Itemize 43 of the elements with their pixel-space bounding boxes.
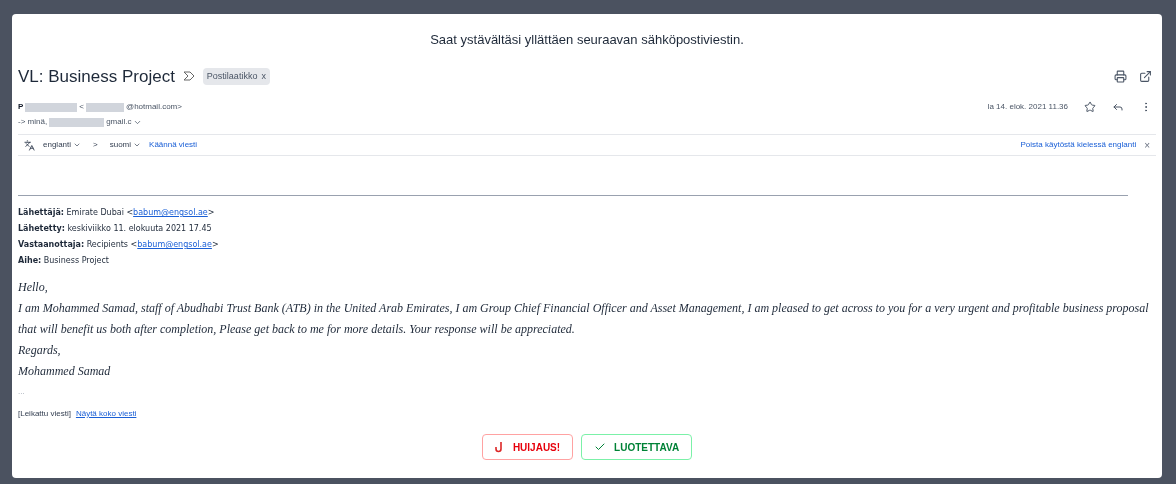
- forward-header-line: Vastaanottaja: Recipients <babum@engsol.ae>: [18, 239, 220, 251]
- arrow-text: >: [92, 139, 99, 151]
- print-icon[interactable]: [1114, 69, 1127, 83]
- source-language-dropdown[interactable]: englanti: [43, 139, 82, 151]
- reply-icon[interactable]: [1112, 101, 1124, 113]
- sender-name: P: [18, 101, 24, 113]
- ellipsis-text: ...: [18, 386, 26, 398]
- caret-icon: [73, 141, 82, 149]
- translate-link[interactable]: Käännä viesti: [149, 139, 198, 151]
- check-icon: [594, 441, 607, 453]
- recipient-address: gmail.c: [106, 116, 132, 128]
- blurred-text: [49, 117, 105, 127]
- fishhook-icon: [494, 441, 505, 453]
- show-full-message-link[interactable]: Näytä koko viesti: [75, 408, 137, 420]
- email-link[interactable]: babum@engsol.ae: [137, 240, 212, 249]
- body-paragraph: Mohammed Samad: [18, 363, 112, 380]
- forward-header-line: Lähettäjä: Emirate Dubai <babum@engsol.ae>: [18, 207, 216, 219]
- email-link[interactable]: babum@engsol.ae: [133, 208, 208, 217]
- clipped-message-text: [Leikattu viesti]: [18, 408, 71, 420]
- blurred-text: [86, 102, 124, 112]
- caret-icon: [133, 141, 142, 149]
- email-date: la 14. elok. 2021 11.36: [987, 101, 1068, 113]
- close-button[interactable]: ×: [1144, 137, 1150, 153]
- label-chip[interactable]: Postilaatikko x: [202, 67, 270, 85]
- sender-address-start: <: [79, 101, 84, 113]
- recipient-label: -> minä,: [18, 116, 48, 128]
- translate-icon: [24, 139, 35, 151]
- scam-button[interactable]: HUIJAUS!: [481, 434, 574, 460]
- importance-marker-icon[interactable]: [182, 71, 195, 82]
- forward-header-line: Lähetetty: keskiviikko 11. elokuuta 2021 17.45: [18, 223, 213, 235]
- body-paragraph: Hello,: [18, 279, 49, 296]
- trusted-button[interactable]: LUOTETTAVA: [581, 434, 693, 460]
- sender-address: @hotmail.com>: [126, 101, 182, 113]
- star-icon[interactable]: [1084, 101, 1096, 113]
- banner-text: Saat ystävältäsi yllättäen seuraavan sähköpostiviestin.: [430, 31, 744, 49]
- open-in-new-window-icon[interactable]: [1139, 69, 1152, 83]
- target-language-dropdown[interactable]: suomi: [109, 139, 142, 151]
- blurred-text: [25, 102, 78, 112]
- body-paragraph: Regards,: [18, 342, 62, 359]
- disable-translation-link[interactable]: Poista käytöstä kielessä englanti: [1020, 139, 1137, 151]
- email-subject: VL: Business Project: [18, 65, 175, 88]
- body-paragraph: I am Mohammed Samad, staff of Abudhabi Trust Bank (ATB) in the United Arab Emirates, I am Group Chief Financial Officer and Asset Management, I am pleased to get across to you for a very urgent and profitable business proposal that will benefit us both after completion, Please get back to me for more details. Your response will be appreciated.: [18, 300, 1150, 338]
- forward-header-line: Aihe: Business Project: [18, 255, 110, 267]
